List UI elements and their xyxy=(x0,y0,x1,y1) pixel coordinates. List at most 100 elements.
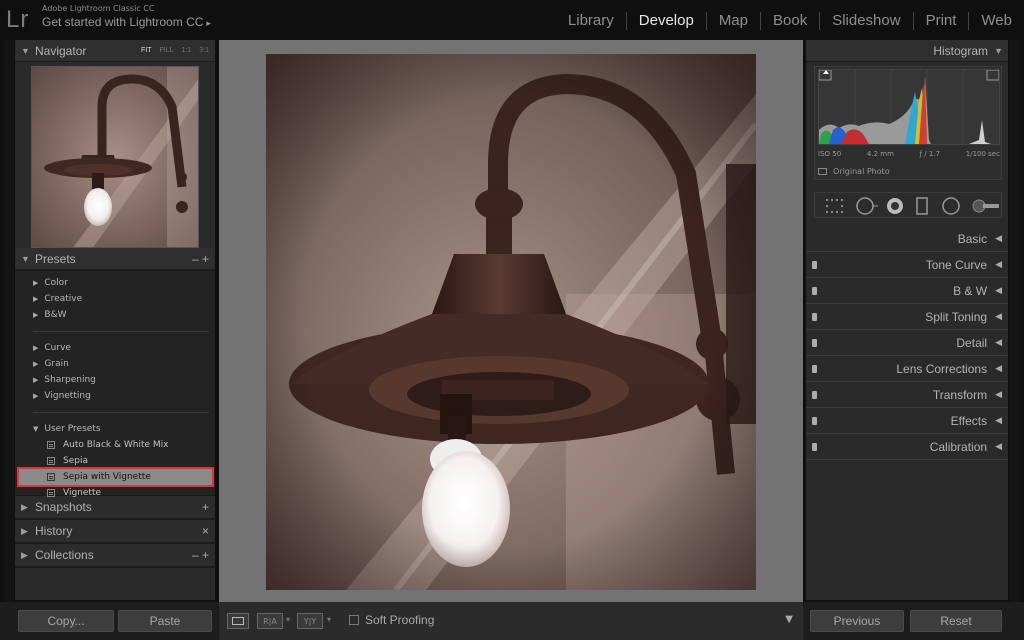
radial-filter-icon[interactable] xyxy=(941,197,961,215)
collections-add-remove[interactable]: – + xyxy=(192,548,209,562)
panel-label: Detail xyxy=(956,335,988,350)
preset-folder-vignetting[interactable]: ▶ Vignetting xyxy=(15,388,215,404)
panel-on-off-switch[interactable] xyxy=(812,364,817,373)
panel-detail[interactable]: Detail ◀ xyxy=(806,330,1008,356)
panel-on-off-switch[interactable] xyxy=(812,442,817,451)
expand-triangle-icon: ▶ xyxy=(33,295,39,303)
navigator-header[interactable]: ▼ Navigator FIT FILL 1:1 3:1 xyxy=(15,40,215,62)
original-photo-checkbox[interactable] xyxy=(818,168,827,175)
expand-triangle-icon: ▶ xyxy=(33,376,39,384)
copy-settings-button[interactable]: Copy... xyxy=(18,610,114,632)
preset-folder-sharpening[interactable]: ▶ Sharpening xyxy=(15,372,215,388)
crop-overlay-icon[interactable] xyxy=(825,197,845,215)
navigator-title: Navigator xyxy=(35,43,87,58)
presets-add-remove[interactable]: – + xyxy=(192,252,209,266)
right-panel: Histogram ▼ ISO 50 4.2 mm ƒ / 1.7 1/100 … xyxy=(806,40,1008,600)
panel-on-off-switch[interactable] xyxy=(812,390,817,399)
add-snapshot-button[interactable]: + xyxy=(202,500,209,514)
history-title: History xyxy=(35,524,73,538)
panel-calibration[interactable]: Calibration ◀ xyxy=(806,434,1008,460)
preset-folder-grain[interactable]: ▶ Grain xyxy=(15,356,215,372)
preset-folder-label: Sharpening xyxy=(44,375,96,385)
before-after-dropdown-icon[interactable]: ▾ xyxy=(286,615,290,624)
module-picker: Library Develop Map Book Slideshow Print… xyxy=(556,12,1024,30)
panel-transform[interactable]: Transform ◀ xyxy=(806,382,1008,408)
right-panel-edge[interactable] xyxy=(1010,40,1021,602)
preset-folder-bw[interactable]: ▶ B&W xyxy=(15,307,215,323)
panel-lens-corrections[interactable]: Lens Corrections ◀ xyxy=(806,356,1008,382)
identity-plate[interactable]: Get started with Lightroom CC ▸ xyxy=(42,15,211,29)
identity-plate-label: Get started with Lightroom CC xyxy=(42,15,204,29)
panel-on-off-switch[interactable] xyxy=(812,416,817,425)
snapshots-header[interactable]: ▶ Snapshots + xyxy=(15,496,215,520)
zoom-fill[interactable]: FILL xyxy=(160,47,174,54)
module-book[interactable]: Book xyxy=(760,12,819,30)
loupe-rect-icon xyxy=(232,617,244,625)
expand-triangle-icon: ▶ xyxy=(33,360,39,368)
previous-button[interactable]: Previous xyxy=(810,610,904,632)
panel-on-off-switch[interactable] xyxy=(812,286,817,295)
preset-label: Vignette xyxy=(63,488,102,498)
spot-removal-icon[interactable] xyxy=(855,197,879,215)
panel-effects[interactable]: Effects ◀ xyxy=(806,408,1008,434)
zoom-3-1[interactable]: 3:1 xyxy=(199,47,209,54)
soft-proofing-toggle[interactable]: Soft Proofing xyxy=(349,613,434,627)
red-eye-icon[interactable] xyxy=(885,197,905,215)
module-library[interactable]: Library xyxy=(556,12,626,30)
panel-bw[interactable]: B & W ◀ xyxy=(806,278,1008,304)
collapse-triangle-icon: ▼ xyxy=(994,45,1003,56)
panel-basic[interactable]: Basic ◀ xyxy=(806,226,1008,252)
module-web[interactable]: Web xyxy=(968,12,1024,30)
histogram-curve xyxy=(818,69,1000,144)
swap-dropdown-icon[interactable]: ▾ xyxy=(327,615,331,624)
preset-sepia-with-vignette[interactable]: Sepia with Vignette xyxy=(17,467,214,487)
soft-proofing-checkbox[interactable] xyxy=(349,615,359,625)
original-photo-toggle[interactable]: Original Photo xyxy=(818,167,890,176)
panel-tone-curve[interactable]: Tone Curve ◀ xyxy=(806,252,1008,278)
divider xyxy=(33,331,209,332)
histogram-graph[interactable] xyxy=(818,69,1000,145)
expand-triangle-icon: ▶ xyxy=(33,279,39,287)
zoom-fit[interactable]: FIT xyxy=(141,47,152,54)
expand-triangle-icon: ▶ xyxy=(21,525,28,536)
toolbar-dropdown-icon[interactable]: ▼ xyxy=(785,614,793,625)
left-panel-edge[interactable] xyxy=(3,40,14,602)
collections-header[interactable]: ▶ Collections – + xyxy=(15,544,215,568)
module-slideshow[interactable]: Slideshow xyxy=(819,12,912,30)
preset-sepia[interactable]: Sepia xyxy=(15,453,215,469)
paste-settings-button[interactable]: Paste xyxy=(118,610,212,632)
preset-folder-color[interactable]: ▶ Color xyxy=(15,275,215,291)
main-photo[interactable] xyxy=(266,54,756,590)
expand-left-triangle-icon: ◀ xyxy=(995,259,1002,269)
collapse-triangle-icon: ▼ xyxy=(33,425,39,433)
panel-on-off-switch[interactable] xyxy=(812,312,817,321)
before-after-icon[interactable]: R|A xyxy=(257,613,283,629)
navigator-preview[interactable] xyxy=(31,66,199,248)
preset-folder-creative[interactable]: ▶ Creative xyxy=(15,291,215,307)
presets-header[interactable]: ▼ Presets – + xyxy=(15,248,215,270)
reset-button[interactable]: Reset xyxy=(910,610,1002,632)
module-map[interactable]: Map xyxy=(705,12,760,30)
adjustment-brush-icon[interactable] xyxy=(971,197,1001,215)
panel-split-toning[interactable]: Split Toning ◀ xyxy=(806,304,1008,330)
before-after-swap-icon[interactable]: Y|Y xyxy=(297,613,323,629)
top-bar: Lr Adobe Lightroom Classic CC Get starte… xyxy=(0,0,1024,40)
preset-folder-curve[interactable]: ▶ Curve xyxy=(15,340,215,356)
module-develop[interactable]: Develop xyxy=(625,12,706,30)
loupe-view-icon[interactable] xyxy=(227,613,249,629)
preset-folder-user-presets[interactable]: ▼ User Presets xyxy=(15,421,215,437)
panel-on-off-switch[interactable] xyxy=(812,260,817,269)
preset-auto-bw-mix[interactable]: Auto Black & White Mix xyxy=(15,437,215,453)
history-header[interactable]: ▶ History × xyxy=(15,520,215,544)
preset-icon xyxy=(47,473,55,481)
module-print[interactable]: Print xyxy=(912,12,969,30)
panel-on-off-switch[interactable] xyxy=(812,338,817,347)
clear-history-button[interactable]: × xyxy=(202,524,209,538)
zoom-1-1[interactable]: 1:1 xyxy=(182,47,192,54)
lightroom-logo: Lr xyxy=(6,6,30,33)
graduated-filter-icon[interactable] xyxy=(915,197,929,215)
preset-icon xyxy=(47,489,55,497)
histogram-header[interactable]: Histogram ▼ xyxy=(806,40,1008,62)
play-arrow-icon: ▸ xyxy=(206,18,211,28)
navigator-panel: ▼ Navigator FIT FILL 1:1 3:1 xyxy=(15,40,215,248)
